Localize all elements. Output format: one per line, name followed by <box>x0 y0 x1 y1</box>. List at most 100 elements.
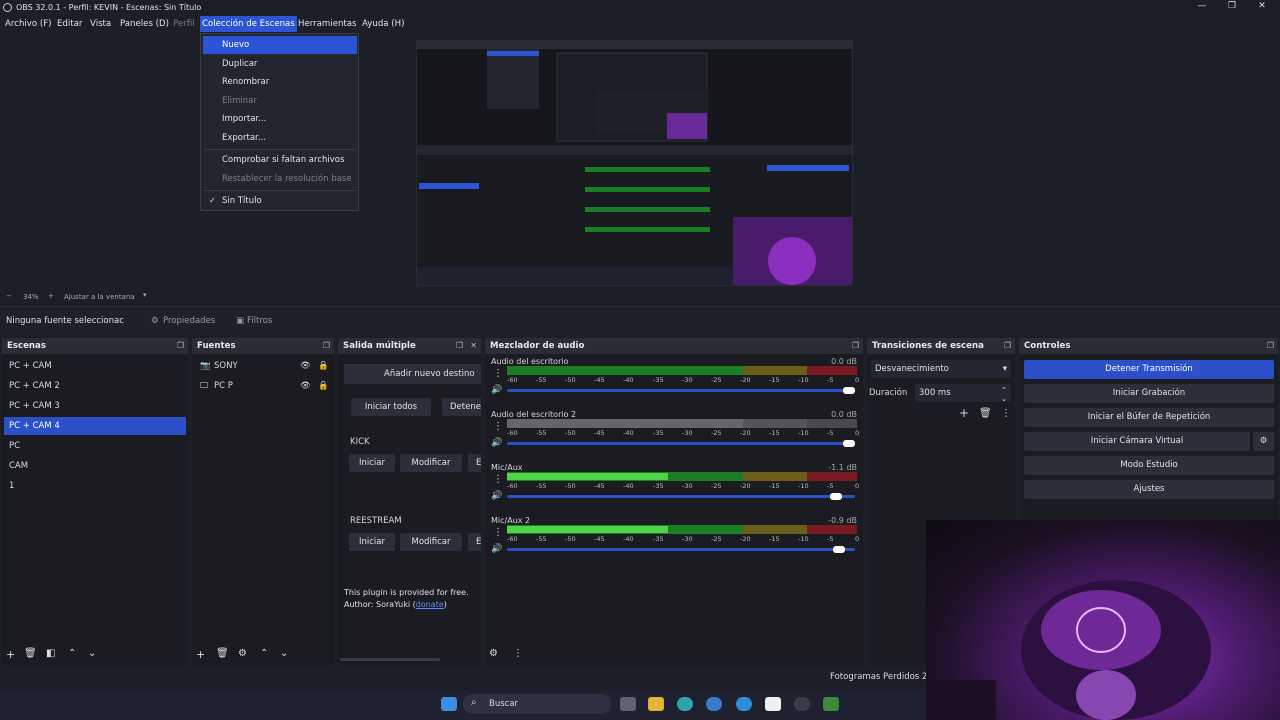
capcut-icon[interactable] <box>765 697 781 711</box>
menu-dots-icon[interactable]: ⋮ <box>493 368 503 379</box>
menu-item-check-files[interactable]: Comprobar si faltan archivos <box>203 151 357 169</box>
source-item[interactable]: 📷 SONY 👁 🔒 <box>194 357 332 375</box>
menu-archivo[interactable]: Archivo (F) <box>3 16 54 32</box>
menu-herramientas[interactable]: Herramientas <box>296 16 359 32</box>
start-all-button[interactable]: Iniciar todos <box>351 398 431 416</box>
undock-icon[interactable]: ❐ <box>1267 338 1274 354</box>
menu-coleccion-escenas[interactable]: Colección de Escenas <box>200 16 297 32</box>
lock-icon[interactable]: 🔒 <box>318 357 329 375</box>
duration-spinbox[interactable]: 300 ms ⌃ ⌄ <box>915 384 1011 403</box>
menu-dots-icon[interactable]: ⋮ <box>493 421 503 432</box>
chevron-down-icon[interactable]: ▾ <box>143 291 147 299</box>
menu-vista[interactable]: Vista <box>88 16 113 32</box>
scene-item[interactable]: PC + CAM 3 <box>4 397 186 415</box>
taskbar-search[interactable]: ⌕ Buscar <box>463 694 611 714</box>
copilot-icon[interactable] <box>736 697 752 711</box>
menu-item-renombrar[interactable]: Renombrar <box>203 73 357 91</box>
target-edit-button[interactable]: Modificar <box>400 533 462 551</box>
target-extra-button[interactable]: E <box>468 533 481 551</box>
menu-perfil[interactable]: Perfil <box>171 16 197 32</box>
horizontal-scrollbar[interactable] <box>340 658 440 661</box>
add-icon[interactable]: + <box>6 648 15 661</box>
trash-icon[interactable]: 🗑 <box>979 408 992 419</box>
scene-item[interactable]: PC + CAM <box>4 357 186 375</box>
volume-slider[interactable] <box>507 493 855 500</box>
volume-slider[interactable] <box>507 387 855 394</box>
minimize-icon[interactable]: — <box>1192 0 1212 15</box>
speaker-icon[interactable]: 🔊 <box>491 385 502 395</box>
file-explorer-icon[interactable] <box>648 697 664 711</box>
trash-icon[interactable]: 🗑 <box>24 648 37 659</box>
undock-icon[interactable]: ❐ <box>177 338 184 354</box>
speaker-icon[interactable]: 🔊 <box>491 491 502 501</box>
move-up-icon[interactable]: ⌃ <box>68 648 76 659</box>
replay-buffer-button[interactable]: Iniciar el Búfer de Repetición <box>1024 408 1274 427</box>
eye-icon[interactable]: 👁 <box>300 357 311 375</box>
scene-item[interactable]: CAM <box>4 457 186 475</box>
scene-item-selected[interactable]: PC + CAM 4 <box>4 417 186 435</box>
volume-knob[interactable] <box>843 440 855 447</box>
menu-dots-icon[interactable]: ⋮ <box>1001 408 1011 419</box>
lock-icon[interactable]: 🔒 <box>318 377 329 395</box>
zoom-fit-label[interactable]: Ajustar a la ventana <box>64 293 135 301</box>
volume-knob[interactable] <box>843 387 855 394</box>
close-icon[interactable]: ✕ <box>1252 0 1272 15</box>
filter-icon[interactable]: ◧ <box>46 648 55 659</box>
menu-dots-icon[interactable]: ⋮ <box>493 527 503 538</box>
target-extra-button[interactable]: E <box>468 454 481 472</box>
scene-item[interactable]: PC <box>4 437 186 455</box>
move-down-icon[interactable]: ⌄ <box>280 648 288 659</box>
volume-slider[interactable] <box>507 546 855 553</box>
filters-button[interactable]: Filtros <box>247 313 272 329</box>
menu-paneles[interactable]: Paneles (D) <box>118 16 171 32</box>
menu-item-current-collection[interactable]: ✓ Sin Título <box>203 192 357 210</box>
preview-canvas[interactable] <box>416 40 853 286</box>
obs-taskbar-icon[interactable] <box>794 697 810 711</box>
settings-button[interactable]: Ajustes <box>1024 480 1274 499</box>
menu-dots-icon[interactable]: ⋮ <box>493 474 503 485</box>
zoom-out-button[interactable]: − <box>6 292 12 300</box>
app-icon[interactable] <box>823 697 839 711</box>
muted-speaker-icon[interactable]: 🔊 <box>491 438 502 448</box>
gear-icon[interactable]: ⚙ <box>238 648 247 659</box>
target-start-button[interactable]: Iniciar <box>349 533 395 551</box>
edge-icon[interactable] <box>677 697 693 711</box>
menu-item-duplicar[interactable]: Duplicar <box>203 55 357 73</box>
undock-icon[interactable]: ❐ <box>323 338 330 354</box>
trash-icon[interactable]: 🗑 <box>216 648 229 659</box>
edge-beta-icon[interactable] <box>706 697 722 711</box>
volume-knob[interactable] <box>829 493 842 500</box>
studio-mode-button[interactable]: Modo Estudio <box>1024 456 1274 475</box>
menu-item-nuevo[interactable]: Nuevo <box>203 36 357 54</box>
add-icon[interactable]: + <box>959 406 969 420</box>
menu-item-reset-resolution[interactable]: Restablecer la resolución base <box>203 170 357 188</box>
target-edit-button[interactable]: Modificar <box>400 454 462 472</box>
undock-icon[interactable]: ❐ <box>1004 338 1011 354</box>
transition-select[interactable]: Desvanecimiento ▾ <box>871 360 1011 378</box>
advanced-audio-icon[interactable]: ⚙ <box>489 648 498 659</box>
source-item[interactable]: 🖵 PC P 👁 🔒 <box>194 377 332 395</box>
add-icon[interactable]: + <box>196 648 205 661</box>
menu-item-exportar[interactable]: Exportar... <box>203 129 357 147</box>
properties-button[interactable]: Propiedades <box>163 313 215 329</box>
volume-knob[interactable] <box>832 546 845 553</box>
undock-icon[interactable]: ❐ <box>852 338 859 354</box>
stop-all-button[interactable]: Detener <box>442 398 481 416</box>
menu-item-importar[interactable]: Importar... <box>203 110 357 128</box>
move-up-icon[interactable]: ⌃ <box>260 648 268 659</box>
add-target-button[interactable]: Añadir nuevo destino <box>344 364 481 384</box>
scene-item[interactable]: PC + CAM 2 <box>4 377 186 395</box>
windows-start-icon[interactable] <box>441 697 457 711</box>
volume-slider[interactable] <box>507 440 855 447</box>
scene-item[interactable]: 1 <box>4 477 186 495</box>
spin-down-icon[interactable]: ⌄ <box>1001 390 1007 408</box>
donate-link[interactable]: donate <box>416 600 444 609</box>
gear-icon[interactable]: ⚙ <box>1253 432 1274 451</box>
stop-stream-button[interactable]: Detener Transmisión <box>1024 360 1274 379</box>
menu-ayuda[interactable]: Ayuda (H) <box>360 16 406 32</box>
eye-icon[interactable]: 👁 <box>300 377 311 395</box>
maximize-icon[interactable]: ❐ <box>1222 0 1242 15</box>
undock-icon[interactable]: ❐ <box>456 338 463 354</box>
virtual-camera-button[interactable]: Iniciar Cámara Virtual <box>1024 432 1250 451</box>
target-start-button[interactable]: Iniciar <box>349 454 395 472</box>
